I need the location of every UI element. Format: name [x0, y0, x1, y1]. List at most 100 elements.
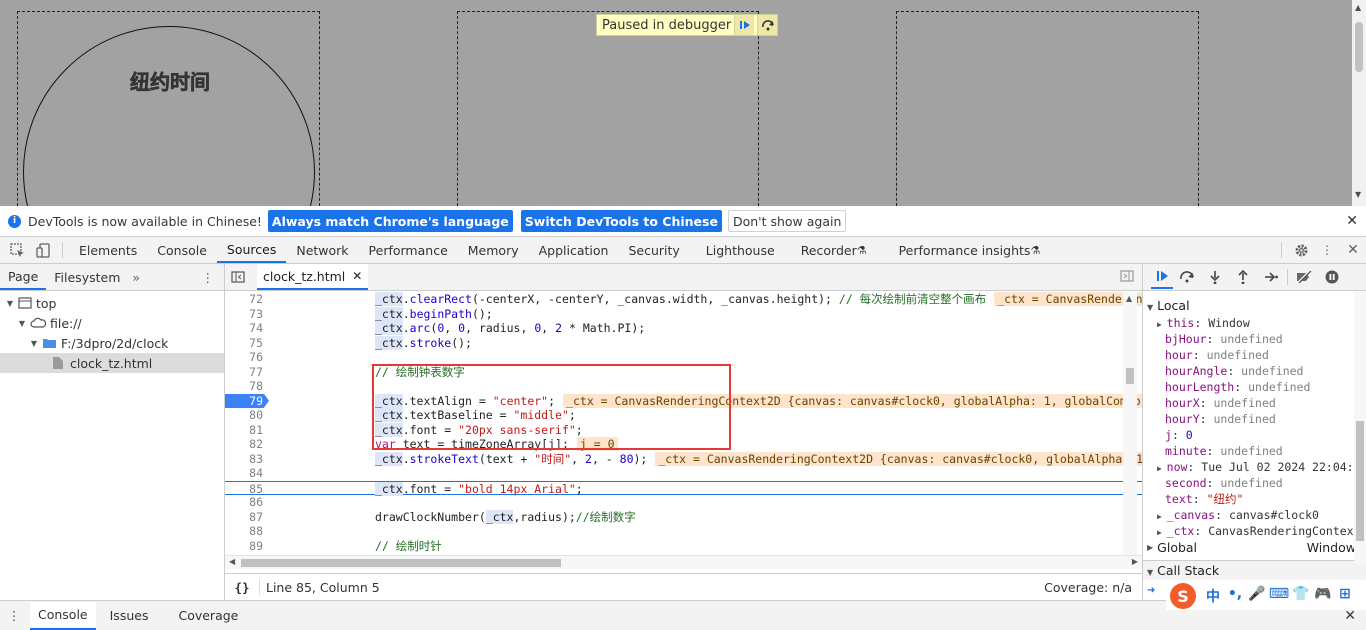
tree-item-file[interactable]: clock_tz.html	[0, 353, 224, 373]
code-line[interactable]: 78	[225, 379, 1142, 394]
tab-network[interactable]: Network	[286, 237, 358, 263]
scope-variable-minute[interactable]: minute: undefined	[1147, 443, 1362, 459]
navigator-menu-icon[interactable]: ⋮	[202, 270, 215, 285]
line-number[interactable]: 84	[225, 466, 263, 481]
call-stack-header[interactable]: ▼ Call Stack	[1143, 560, 1366, 580]
tree-item-origin[interactable]: ▼ file://	[0, 313, 224, 333]
scrollbar-thumb[interactable]	[1355, 22, 1363, 72]
more-options-icon[interactable]: ⋮	[1314, 237, 1340, 263]
tab-filesystem[interactable]: Filesystem	[46, 264, 128, 290]
drawer-tab-issues[interactable]: Issues	[102, 602, 157, 630]
scope-global-header[interactable]: ▶ Global Window	[1147, 539, 1362, 557]
resume-button[interactable]	[1151, 265, 1173, 289]
code-line[interactable]: 77 // 绘制钟表数字	[225, 365, 1142, 380]
match-language-button[interactable]: Always match Chrome's language	[267, 210, 513, 232]
inspect-element-icon[interactable]	[4, 237, 30, 263]
line-number[interactable]: 76	[225, 350, 263, 365]
toggle-navigator-icon[interactable]	[225, 271, 251, 283]
scrollbar-thumb[interactable]	[1126, 368, 1134, 384]
tab-sources[interactable]: Sources	[216, 237, 287, 263]
line-number[interactable]: 83	[225, 452, 263, 467]
code-area[interactable]: 72 _ctx.clearRect(-centerX, -centerY, _ca…	[225, 292, 1142, 555]
scope-variable-now[interactable]: ▶ now: Tue Jul 02 2024 22:04:0	[1147, 459, 1362, 475]
ime-item[interactable]: ⊞	[1334, 586, 1356, 606]
expand-icon[interactable]: ▼	[1147, 303, 1153, 312]
code-line[interactable]: 75 _ctx.stroke();	[225, 335, 1142, 351]
line-number[interactable]: 88	[225, 524, 263, 539]
expand-icon[interactable]: ▼	[1147, 568, 1153, 577]
line-number[interactable]: 72	[225, 292, 263, 307]
ime-item[interactable]: 🎮	[1312, 586, 1334, 606]
code-line[interactable]: 83 _ctx.strokeText(text + "时间", 2, - 80);…	[225, 451, 1142, 467]
code-line[interactable]: 81 _ctx.font = "20px sans-serif";	[225, 422, 1142, 438]
scope-scrollbar[interactable]	[1354, 291, 1366, 563]
tab-performance-insights[interactable]: Performance insights ⚗	[889, 237, 1051, 263]
code-line[interactable]: 73 _ctx.beginPath();	[225, 306, 1142, 322]
ime-item[interactable]: 🎤	[1246, 586, 1268, 606]
editor-vertical-scrollbar[interactable]: ▲	[1123, 292, 1137, 555]
ime-item[interactable]: 👕	[1290, 586, 1312, 606]
scope-variable-hour[interactable]: hour: undefined	[1147, 347, 1362, 363]
expand-icon[interactable]: ▼	[16, 319, 28, 328]
resume-button[interactable]	[734, 15, 755, 35]
scrollbar-thumb[interactable]	[241, 559, 561, 567]
scroll-left-icon[interactable]: ◀	[229, 557, 235, 566]
ime-item[interactable]: 中	[1202, 586, 1224, 606]
tab-application[interactable]: Application	[529, 237, 619, 263]
line-number[interactable]: 82	[225, 437, 263, 452]
code-line[interactable]: 74 _ctx.arc(0, 0, radius, 0, 2 * Math.PI)…	[225, 321, 1142, 336]
close-icon[interactable]: ✕	[1346, 213, 1358, 229]
scrollbar-thumb[interactable]	[1356, 421, 1364, 541]
scope-variable-hourX[interactable]: hourX: undefined	[1147, 395, 1362, 411]
line-number[interactable]: 87	[225, 510, 263, 525]
step-out-button[interactable]	[1229, 264, 1257, 290]
code-line[interactable]: 85 _ctx.font = "bold 14px Arial";	[225, 480, 1142, 497]
scope-variable-hourAngle[interactable]: hourAngle: undefined	[1147, 363, 1362, 379]
close-devtools-icon[interactable]: ✕	[1340, 237, 1366, 263]
scope-variable-hourLength[interactable]: hourLength: undefined	[1147, 379, 1362, 395]
line-number[interactable]: 78	[225, 379, 263, 394]
expand-icon[interactable]: ▶	[1157, 464, 1167, 473]
expand-icon[interactable]: ▶	[1157, 512, 1167, 521]
tab-security[interactable]: Security	[618, 237, 689, 263]
ime-item[interactable]: ⌨	[1268, 586, 1290, 606]
toggle-debugger-icon[interactable]	[1120, 269, 1134, 285]
tree-item-top[interactable]: ▼ top	[0, 293, 224, 313]
tab-page[interactable]: Page	[0, 264, 47, 290]
code-line[interactable]: 80 _ctx.textBaseline = "middle";	[225, 408, 1142, 423]
breakpoint-line-number[interactable]: 79	[225, 393, 269, 408]
scope-variable-second[interactable]: second: undefined	[1147, 475, 1362, 491]
tab-memory[interactable]: Memory	[458, 237, 529, 263]
expand-icon[interactable]: ▶	[1157, 528, 1167, 537]
step-over-button[interactable]	[1173, 264, 1201, 290]
expand-icon[interactable]: ▶	[1157, 320, 1167, 329]
expand-icon[interactable]: ▶	[1147, 539, 1153, 557]
dont-show-again-button[interactable]: Don't show again	[727, 210, 847, 232]
expand-icon[interactable]: ▼	[4, 299, 16, 308]
scope-variable-hourY[interactable]: hourY: undefined	[1147, 411, 1362, 427]
step-over-button[interactable]	[757, 15, 778, 35]
settings-gear-icon[interactable]	[1288, 237, 1314, 263]
expand-icon[interactable]: ▼	[28, 339, 40, 348]
scope-variable-bjHour[interactable]: bjHour: undefined	[1147, 331, 1362, 347]
pretty-print-icon[interactable]: {}	[225, 580, 259, 595]
file-tab[interactable]: clock_tz.html ✕	[257, 264, 369, 290]
code-line[interactable]: 72 _ctx.clearRect(-centerX, -centerY, _ca…	[225, 292, 1142, 307]
scope-variable-text[interactable]: text: "纽约"	[1147, 491, 1362, 507]
drawer-menu-icon[interactable]: ⋮	[4, 608, 24, 623]
switch-language-button[interactable]: Switch DevTools to Chinese	[520, 210, 722, 232]
step-button[interactable]	[1257, 264, 1285, 290]
tree-item-folder[interactable]: ▼ F:/3dpro/2d/clock	[0, 333, 224, 353]
close-tab-icon[interactable]: ✕	[352, 269, 362, 283]
more-tabs-icon[interactable]: »	[128, 264, 144, 290]
tab-performance[interactable]: Performance	[359, 237, 458, 263]
page-scrollbar[interactable]: ▲ ▼	[1352, 0, 1366, 206]
line-number[interactable]: 77	[225, 365, 263, 380]
code-line[interactable]: 89 // 绘制时针	[225, 539, 1142, 554]
code-line[interactable]: 84	[225, 466, 1142, 481]
drawer-tab-console[interactable]: Console	[30, 601, 96, 630]
code-line[interactable]: 88	[225, 524, 1142, 539]
ime-logo[interactable]: S	[1170, 583, 1196, 609]
line-number[interactable]: 85	[225, 482, 263, 497]
scope-variable-j[interactable]: j: 0	[1147, 427, 1362, 443]
